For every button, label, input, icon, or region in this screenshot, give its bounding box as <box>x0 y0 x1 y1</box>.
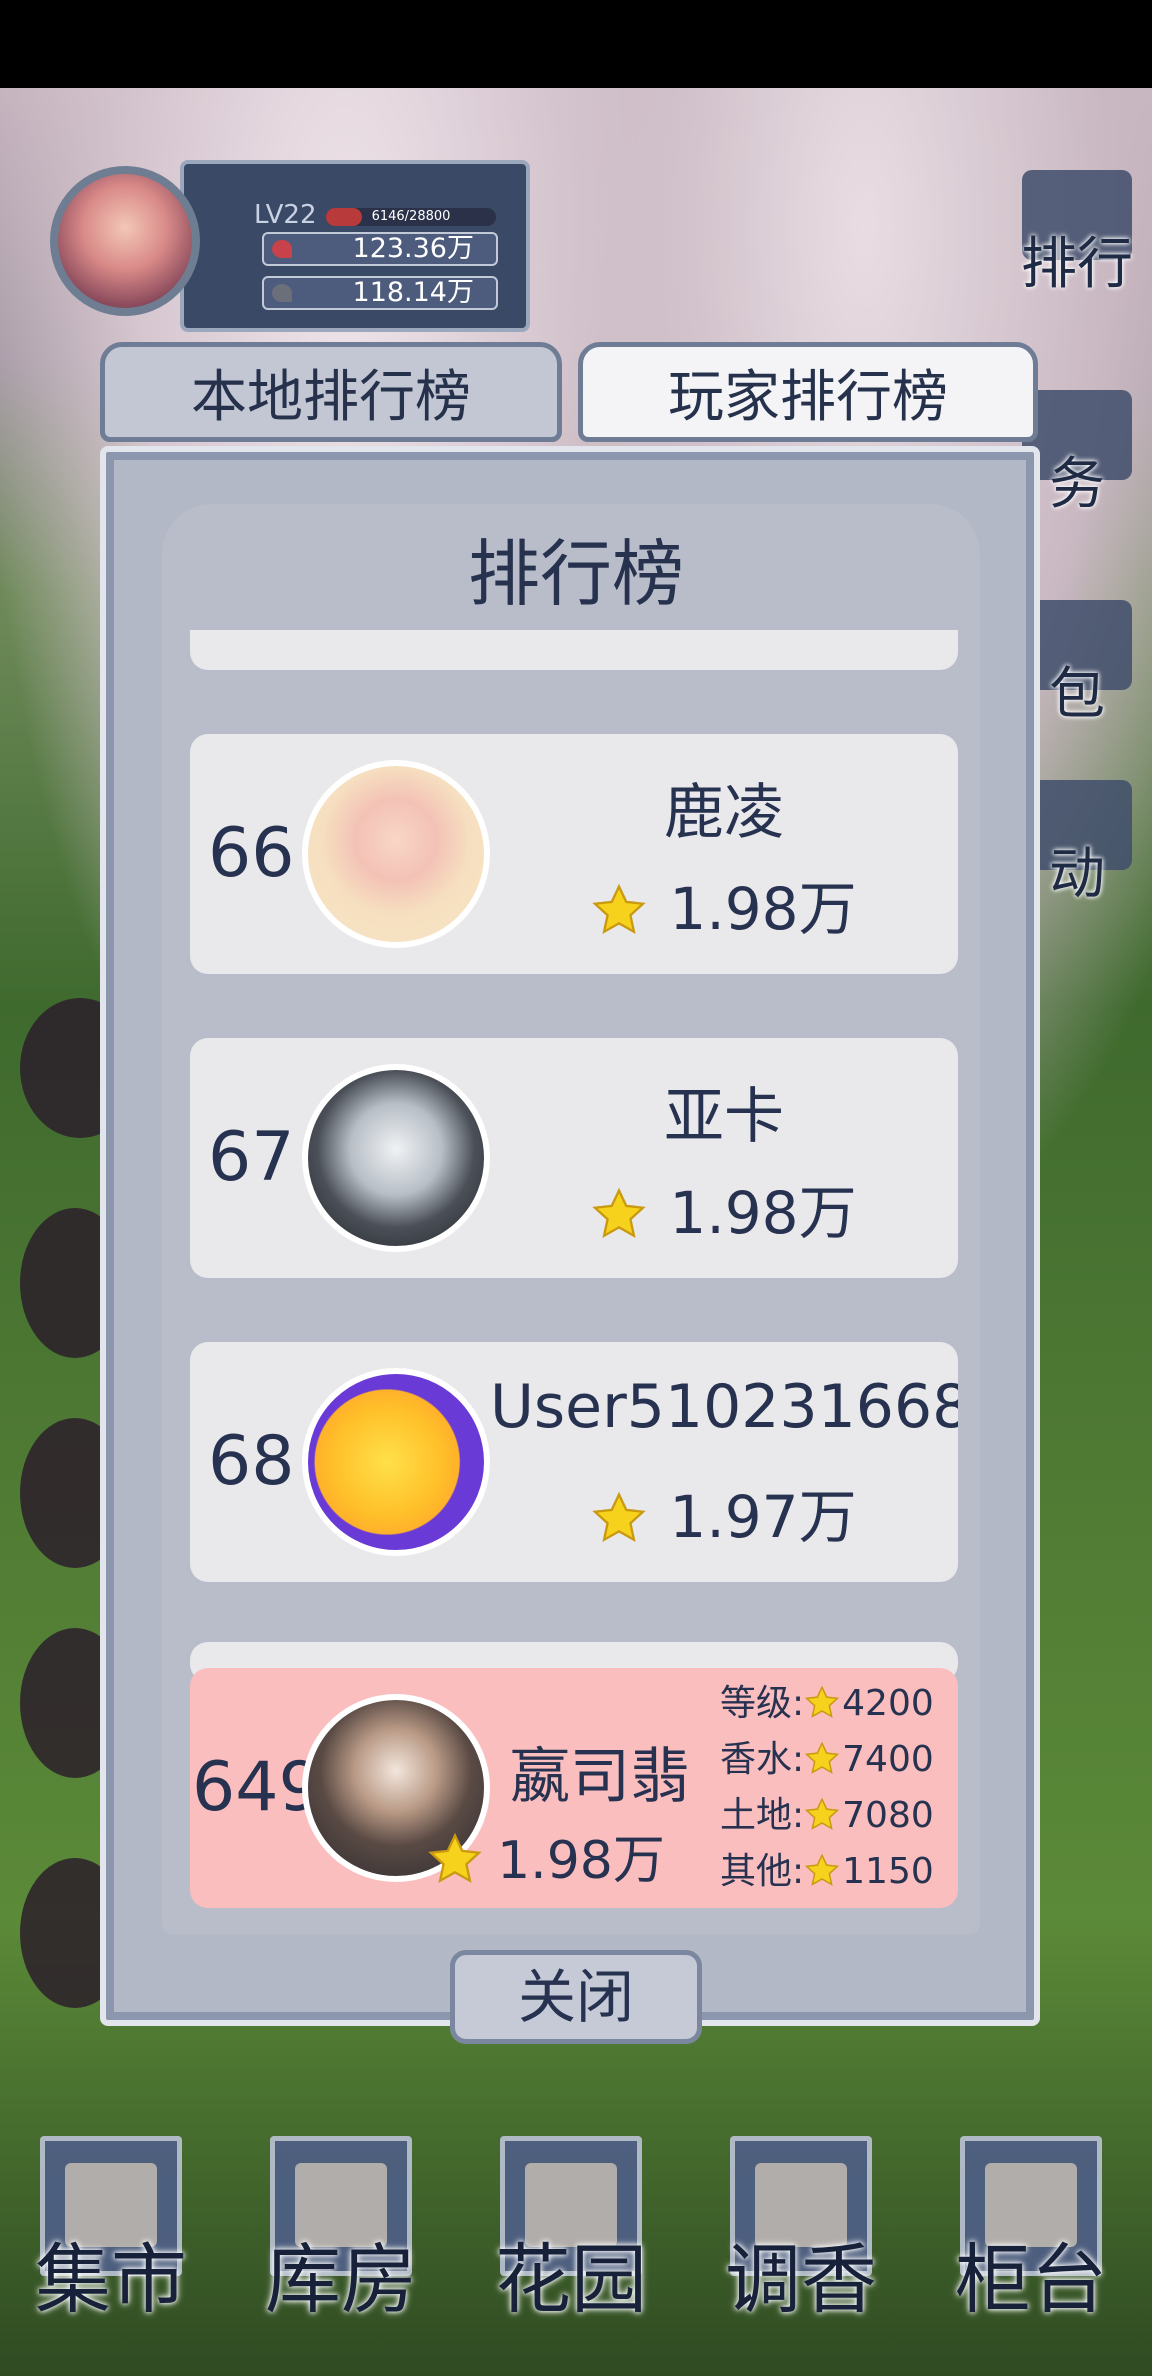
star-icon <box>427 1832 483 1888</box>
nav-label: 花园 <box>495 2235 647 2324</box>
my-name: 嬴司翡 <box>510 1742 690 1812</box>
star-icon <box>804 1738 840 1774</box>
star-icon <box>591 883 647 939</box>
star-icon <box>804 1794 840 1830</box>
status-bar <box>0 0 1152 88</box>
score-value: 1.98万 <box>669 875 857 943</box>
user-avatar[interactable] <box>302 1368 490 1556</box>
user-score: 1.98万 <box>490 1166 958 1250</box>
currency-row-2: 118.14万 <box>262 276 498 310</box>
nav-market[interactable]: 集市 <box>26 2120 196 2324</box>
ranking-row[interactable]: 68 User510231668 1.97万 <box>190 1342 958 1582</box>
side-button-ranking[interactable]: 排行 <box>1002 150 1152 300</box>
player-level: LV22 <box>254 200 317 230</box>
close-button[interactable]: 关闭 <box>450 1950 702 2044</box>
user-avatar[interactable] <box>302 1064 490 1252</box>
bottom-nav: 集市 库房 花园 调香 柜台 <box>0 2120 1152 2324</box>
list-item-partial <box>190 630 958 670</box>
nav-label: 集市 <box>35 2235 187 2324</box>
nav-warehouse[interactable]: 库房 <box>256 2120 426 2324</box>
currency-row-1: 123.36万 <box>262 232 498 266</box>
ranking-row[interactable]: 66 鹿凌 1.98万 <box>190 734 958 974</box>
breakdown-level: 等级: 4200 <box>720 1676 956 1732</box>
player-info-panel: LV22 6146/28800 123.36万 118.14万 <box>180 160 530 332</box>
rank-number: 68 <box>208 1422 295 1501</box>
heart-icon <box>272 240 292 258</box>
ranking-row[interactable]: 67 亚卡 1.98万 <box>190 1038 958 1278</box>
nav-label: 库房 <box>265 2235 417 2324</box>
breakdown-label: 土地: <box>720 1795 805 1836</box>
rank-number: 66 <box>208 814 295 893</box>
my-ranking-row[interactable]: 649 嬴司翡 1.98万 等级: 4200 香水: 7400 土地: 7080 其他… <box>190 1668 958 1908</box>
seed-icon <box>272 284 292 302</box>
score-breakdown: 等级: 4200 香水: 7400 土地: 7080 其他: 1150 <box>720 1676 956 1900</box>
user-avatar[interactable] <box>302 760 490 948</box>
nav-counter[interactable]: 柜台 <box>946 2120 1116 2324</box>
breakdown-land: 土地: 7080 <box>720 1788 956 1844</box>
breakdown-label: 其他: <box>720 1851 805 1892</box>
tab-player-ranking[interactable]: 玩家排行榜 <box>578 342 1038 442</box>
nav-garden[interactable]: 花园 <box>486 2120 656 2324</box>
nav-perfume[interactable]: 调香 <box>716 2120 886 2324</box>
user-name: 鹿凌 <box>664 778 784 848</box>
rank-number: 67 <box>208 1118 295 1197</box>
my-score: 1.98万 <box>366 1818 726 1893</box>
breakdown-label: 等级: <box>720 1683 805 1724</box>
breakdown-other: 其他: 1150 <box>720 1844 956 1900</box>
user-score: 1.98万 <box>490 862 958 946</box>
score-value: 1.97万 <box>669 1483 857 1551</box>
breakdown-perfume: 香水: 7400 <box>720 1732 956 1788</box>
currency-value-1: 123.36万 <box>352 233 474 264</box>
player-avatar[interactable] <box>50 166 200 316</box>
user-name: User510231668 <box>490 1372 958 1442</box>
user-score: 1.97万 <box>490 1470 958 1554</box>
tab-local-ranking[interactable]: 本地排行榜 <box>100 342 562 442</box>
score-value: 1.98万 <box>669 1179 857 1247</box>
game-screen: LV22 6146/28800 123.36万 118.14万 排行 务 包 动… <box>0 0 1152 2376</box>
breakdown-value: 1150 <box>842 1851 934 1892</box>
breakdown-value: 4200 <box>842 1683 934 1724</box>
currency-value-2: 118.14万 <box>352 277 474 308</box>
breakdown-value: 7400 <box>842 1739 934 1780</box>
star-icon <box>591 1187 647 1243</box>
ranking-list[interactable]: 66 鹿凌 1.98万 67 亚卡 1.98万 68 User510231668… <box>190 630 958 1976</box>
nav-label: 柜台 <box>955 2235 1107 2324</box>
exp-text: 6146/28800 <box>371 209 451 224</box>
user-name: 亚卡 <box>664 1082 784 1152</box>
dialog-title: 排行榜 <box>467 532 684 616</box>
star-icon <box>804 1682 840 1718</box>
exp-bar: 6146/28800 <box>326 208 496 226</box>
star-icon <box>804 1850 840 1886</box>
nav-label: 调香 <box>725 2235 877 2324</box>
star-icon <box>591 1491 647 1547</box>
breakdown-value: 7080 <box>842 1795 934 1836</box>
breakdown-label: 香水: <box>720 1739 805 1780</box>
score-value: 1.98万 <box>497 1831 665 1891</box>
side-button-label: 排行 <box>1021 232 1133 297</box>
